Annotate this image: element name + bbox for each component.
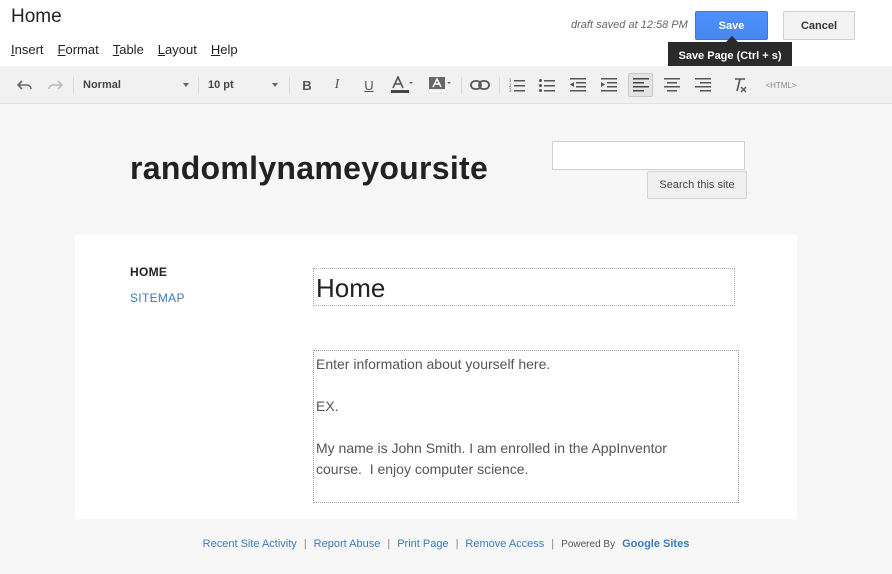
footer-separator: | <box>455 538 459 550</box>
highlight-color-icon[interactable] <box>428 74 452 96</box>
menu-table[interactable]: Table <box>113 42 144 57</box>
redo-icon[interactable] <box>44 74 66 96</box>
body-line: My name is John Smith. I am enrolled in … <box>316 440 667 456</box>
body-line: EX. <box>316 398 339 414</box>
toolbar-divider <box>499 77 500 94</box>
search-site-button[interactable]: Search this site <box>647 171 747 199</box>
footer-separator: | <box>303 538 307 550</box>
menu-help[interactable]: Help <box>211 42 238 57</box>
draft-status: draft saved at 12:58 PM <box>571 19 688 31</box>
sidebar-item-sitemap[interactable]: SITEMAP <box>130 291 185 305</box>
italic-icon[interactable]: I <box>328 74 346 96</box>
toolbar-divider <box>289 77 290 94</box>
editor-toolbar: Normal 10 pt B I U 123 <HTML> <box>0 66 892 104</box>
page-heading: Home <box>316 273 386 303</box>
body-line: course. I enjoy computer science. <box>316 461 529 477</box>
align-right-icon[interactable] <box>694 74 712 96</box>
site-name: randomlynameyoursite <box>130 150 489 186</box>
undo-icon[interactable] <box>14 74 36 96</box>
remove-formatting-icon[interactable] <box>731 74 749 96</box>
print-page-link[interactable]: Print Page <box>397 538 448 550</box>
menu-layout[interactable]: Layout <box>158 42 197 57</box>
page-content: HOME SITEMAP Home Enter information abou… <box>75 235 797 519</box>
toolbar-divider <box>73 77 74 94</box>
report-abuse-link[interactable]: Report Abuse <box>314 538 381 550</box>
indent-icon[interactable] <box>600 74 618 96</box>
text-color-icon[interactable] <box>390 74 414 96</box>
style-select[interactable]: Normal <box>83 74 189 96</box>
page-body-editor[interactable]: Enter information about yourself here. E… <box>313 350 739 503</box>
svg-text:3: 3 <box>509 88 512 92</box>
menu-insert-label: nsert <box>14 42 44 57</box>
cancel-button[interactable]: Cancel <box>783 11 855 40</box>
menu-help-mnemonic: H <box>210 42 221 57</box>
menu-bar: Insert Format Table Layout Help <box>11 42 238 57</box>
menu-help-label: elp <box>220 42 238 57</box>
sidebar-item-home[interactable]: HOME <box>130 265 167 279</box>
menu-insert[interactable]: Insert <box>11 42 44 57</box>
google-sites-link[interactable]: Google Sites <box>622 538 689 550</box>
toolbar-divider <box>198 77 199 94</box>
align-left-icon[interactable] <box>628 73 653 97</box>
footer-separator: | <box>551 538 555 550</box>
footer-separator: | <box>387 538 391 550</box>
page-heading-field[interactable]: Home <box>313 268 735 306</box>
chevron-down-icon <box>183 83 189 87</box>
body-line <box>316 417 736 438</box>
style-select-value: Normal <box>83 79 121 91</box>
body-line: Enter information about yourself here. <box>316 356 551 372</box>
chevron-down-icon <box>272 83 278 87</box>
powered-by-label: Powered By <box>561 538 616 550</box>
menu-format[interactable]: Format <box>58 42 99 57</box>
site-footer: Recent Site Activity | Report Abuse | Pr… <box>0 538 892 550</box>
outdent-icon[interactable] <box>569 74 587 96</box>
html-button[interactable]: <HTML> <box>762 74 800 96</box>
align-center-icon[interactable] <box>663 74 681 96</box>
toolbar-divider <box>461 77 462 94</box>
font-size-select-value: 10 pt <box>208 79 234 91</box>
link-icon[interactable] <box>469 74 491 96</box>
page-title: Home <box>11 6 62 27</box>
underline-icon[interactable]: U <box>360 74 378 96</box>
menu-format-label: ormat <box>65 42 99 57</box>
numbered-list-icon[interactable]: 123 <box>508 74 526 96</box>
font-size-select[interactable]: 10 pt <box>208 74 278 96</box>
menu-table-label: able <box>119 42 144 57</box>
body-line <box>316 375 736 396</box>
remove-access-link[interactable]: Remove Access <box>465 538 544 550</box>
recent-site-activity-link[interactable]: Recent Site Activity <box>203 538 297 550</box>
search-input[interactable] <box>552 141 745 170</box>
menu-layout-label: ayout <box>165 42 197 57</box>
menu-layout-mnemonic: L <box>157 42 166 57</box>
bullet-list-icon[interactable] <box>538 74 556 96</box>
bold-icon[interactable]: B <box>298 74 316 96</box>
